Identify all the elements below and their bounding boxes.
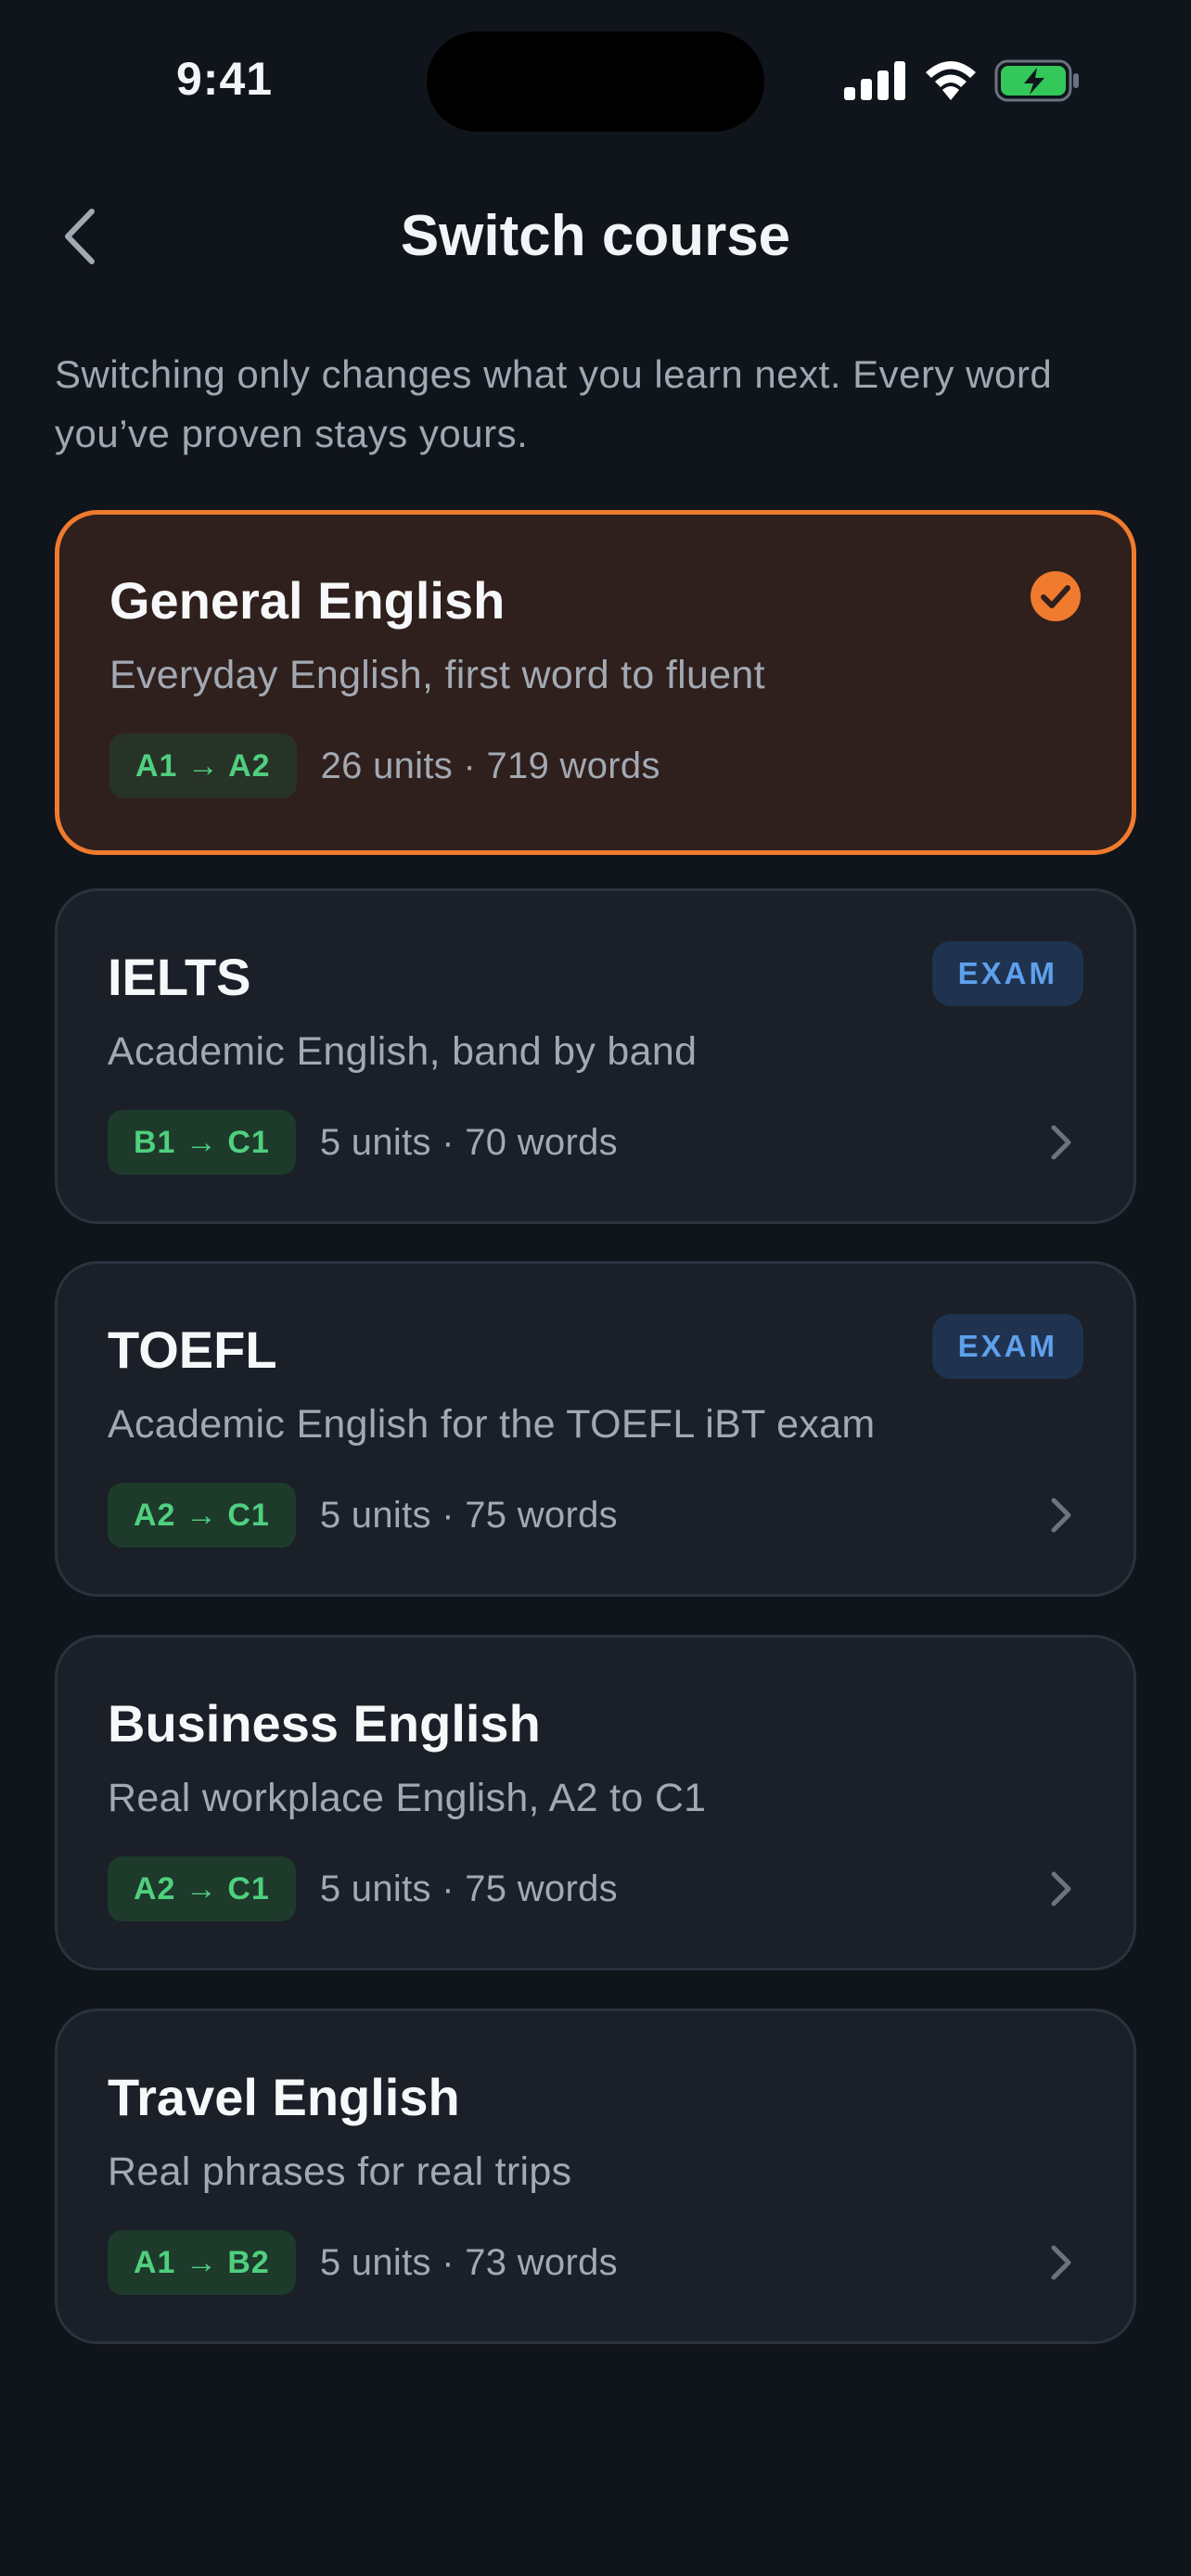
course-title: Travel English xyxy=(108,2068,460,2126)
course-stats: 5 units · 70 words xyxy=(319,1121,618,1163)
course-subtitle: Everyday English, first word to fluent xyxy=(109,653,765,697)
chevron-right-icon xyxy=(1051,1498,1071,1533)
exam-badge: EXAM xyxy=(931,1314,1083,1379)
course-card-general-english[interactable]: General English Everyday English, first … xyxy=(55,510,1136,855)
course-subtitle: Real workplace English, A2 to C1 xyxy=(108,1776,707,1820)
course-meta: A1 → A2 26 units · 719 words xyxy=(109,733,660,798)
chevron-right-icon xyxy=(1051,2245,1071,2280)
course-card-travel-english[interactable]: Travel English Real phrases for real tri… xyxy=(55,2009,1136,2344)
chevron-right-icon xyxy=(1051,1125,1071,1160)
battery-charging-icon xyxy=(994,59,1079,102)
course-title: General English xyxy=(109,571,506,630)
status-time: 9:41 xyxy=(176,53,274,105)
course-stats: 26 units · 719 words xyxy=(320,745,660,786)
intro-text: Switching only changes what you learn ne… xyxy=(55,352,1053,455)
course-subtitle: Academic English, band by band xyxy=(108,1029,698,1074)
course-meta: A1 → B2 5 units · 73 words xyxy=(108,2230,618,2295)
course-stats: 5 units · 73 words xyxy=(319,2241,618,2283)
course-subtitle: Academic English for the TOEFL iBT exam xyxy=(108,1402,876,1447)
navigation-bar: Switch course xyxy=(0,185,1191,287)
course-title: Business English xyxy=(108,1694,541,1753)
course-meta: B1 → C1 5 units · 70 words xyxy=(108,1110,618,1175)
level-badge: A1 → A2 xyxy=(109,733,297,798)
course-card-toefl[interactable]: TOEFL EXAM Academic English for the TOEF… xyxy=(55,1261,1136,1597)
status-bar: 9:41 xyxy=(0,0,1191,162)
course-stats: 5 units · 75 words xyxy=(319,1494,618,1536)
level-badge: A1 → B2 xyxy=(108,2230,296,2295)
page-title: Switch course xyxy=(400,204,791,268)
exam-badge: EXAM xyxy=(931,941,1083,1006)
wifi-icon xyxy=(926,61,976,100)
level-badge: A2 → C1 xyxy=(108,1483,296,1548)
course-stats: 5 units · 75 words xyxy=(319,1868,618,1909)
level-badge: A2 → C1 xyxy=(108,1856,296,1921)
course-title: TOEFL xyxy=(108,1320,277,1379)
level-badge: B1 → C1 xyxy=(108,1110,296,1175)
course-subtitle: Real phrases for real trips xyxy=(108,2149,572,2194)
course-title: IELTS xyxy=(108,948,251,1006)
course-meta: A2 → C1 5 units · 75 words xyxy=(108,1856,618,1921)
course-meta: A2 → C1 5 units · 75 words xyxy=(108,1483,618,1548)
check-circle-icon xyxy=(1031,571,1081,621)
course-card-ielts[interactable]: IELTS EXAM Academic English, band by ban… xyxy=(55,888,1136,1224)
course-card-business-english[interactable]: Business English Real workplace English,… xyxy=(55,1635,1136,1970)
chevron-right-icon xyxy=(1051,1871,1071,1906)
cellular-signal-icon xyxy=(844,61,905,100)
dynamic-island xyxy=(427,32,764,132)
